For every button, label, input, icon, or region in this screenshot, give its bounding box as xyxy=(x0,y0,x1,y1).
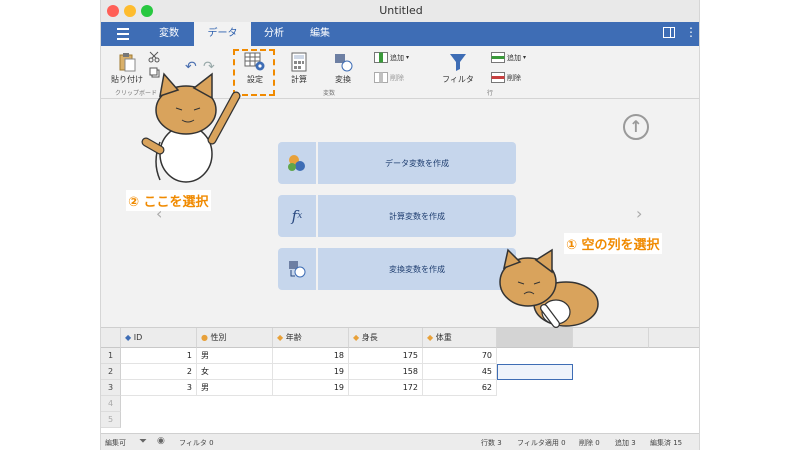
corner-cell xyxy=(101,328,121,348)
tab-analyses[interactable]: 分析 xyxy=(251,22,297,46)
status-bar: 編集可 ⏷ ◉ フィルタ 0 行数 3 フィルタ適用 0 削除 0 追加 3 編… xyxy=(101,433,699,450)
row-number[interactable]: 4 xyxy=(101,396,121,412)
new-computed-variable-button[interactable]: fx 計算変数を作成 xyxy=(278,195,516,237)
rows-group-label: 行 xyxy=(487,90,494,97)
shapes-icon xyxy=(278,142,316,184)
insert-column-icon xyxy=(374,52,388,63)
filter-button[interactable]: フィルタ xyxy=(441,52,475,85)
table-cell[interactable]: 158 xyxy=(349,364,423,380)
transform-icon xyxy=(329,52,357,74)
new-data-variable-button[interactable]: データ変数を作成 xyxy=(278,142,516,184)
row-number[interactable]: 1 xyxy=(101,348,121,364)
row-number[interactable]: 5 xyxy=(101,412,121,428)
added-count: 追加 3 xyxy=(615,439,636,447)
tab-edit[interactable]: 編集 xyxy=(297,22,343,46)
chevron-right-icon[interactable]: › xyxy=(636,204,642,223)
filter-funnel-icon[interactable]: ⏷ xyxy=(139,436,147,447)
filter-count: フィルタ 0 xyxy=(179,439,214,447)
deleted-count: 削除 0 xyxy=(579,439,600,447)
collapse-up-icon[interactable]: ↑ xyxy=(623,114,649,140)
data-spreadsheet: ◆ ID ● 性別 ◆ 年齢 ◆ 身長 ◆ 体重 1 2 3 4 5 1 男 1… xyxy=(101,327,699,434)
table-cell[interactable]: 19 xyxy=(273,364,349,380)
column-header-height[interactable]: ◆ 身長 xyxy=(349,328,423,348)
table-cell[interactable]: 62 xyxy=(423,380,497,396)
more-options-icon[interactable]: ⋮ xyxy=(685,25,697,39)
filtered-count: フィルタ適用 0 xyxy=(517,439,566,447)
panel-layout-icon[interactable] xyxy=(663,27,675,41)
callout-select-empty-column: ① 空の列を選択 xyxy=(564,233,662,254)
column-header-empty[interactable] xyxy=(649,328,699,348)
transform-icon xyxy=(278,248,316,290)
transform-button[interactable]: 変換 xyxy=(329,52,357,85)
table-cell[interactable]: 18 xyxy=(273,348,349,364)
column-header-age[interactable]: ◆ 年齢 xyxy=(273,328,349,348)
table-cell[interactable]: 175 xyxy=(349,348,423,364)
add-row-button[interactable]: 追加 ▾ xyxy=(491,52,526,63)
nominal-icon: ● xyxy=(201,333,208,342)
tab-variables[interactable]: 変数 xyxy=(144,22,194,46)
table-cell[interactable]: 45 xyxy=(423,364,497,380)
table-cell[interactable]: 3 xyxy=(121,380,197,396)
insert-row-icon xyxy=(491,52,505,63)
row-number[interactable]: 3 xyxy=(101,380,121,396)
edited-count: 編集済 15 xyxy=(650,439,683,447)
menu-bar: 変数 データ 分析 編集 ⋮ xyxy=(101,22,699,46)
table-cell[interactable]: 男 xyxy=(197,380,273,396)
selected-cell[interactable] xyxy=(497,364,573,380)
new-transformed-variable-button[interactable]: 変換変数を作成 xyxy=(278,248,516,290)
delete-column-icon xyxy=(374,72,388,83)
row-count: 行数 3 xyxy=(481,439,502,447)
table-cell[interactable]: 172 xyxy=(349,380,423,396)
hamburger-menu-icon[interactable] xyxy=(117,28,129,40)
column-header-gender[interactable]: ● 性別 xyxy=(197,328,273,348)
table-cell[interactable]: 女 xyxy=(197,364,273,380)
cat-illustration-left xyxy=(141,72,241,183)
add-variable-button[interactable]: 追加 ▾ xyxy=(374,52,409,63)
filter-icon xyxy=(441,52,475,74)
column-header-weight[interactable]: ◆ 体重 xyxy=(423,328,497,348)
ruler-icon: ◆ xyxy=(125,333,132,342)
continuous-icon: ◆ xyxy=(427,333,434,342)
cat-illustration-right xyxy=(499,248,599,328)
row-number[interactable]: 2 xyxy=(101,364,121,380)
callout-select-here: ② ここを選択 xyxy=(126,190,211,211)
delete-variable-button[interactable]: 削除 xyxy=(374,72,404,83)
table-cell[interactable]: 男 xyxy=(197,348,273,364)
eye-icon[interactable]: ◉ xyxy=(157,436,165,446)
table-cell[interactable]: 2 xyxy=(121,364,197,380)
table-cell[interactable]: 70 xyxy=(423,348,497,364)
table-cell[interactable]: 1 xyxy=(121,348,197,364)
continuous-icon: ◆ xyxy=(277,333,284,342)
edit-mode-label: 編集可 xyxy=(105,439,126,447)
calculator-icon xyxy=(285,52,313,74)
continuous-icon: ◆ xyxy=(353,333,360,342)
delete-row-button[interactable]: 削除 xyxy=(491,72,521,83)
column-header-id[interactable]: ◆ ID xyxy=(121,328,197,348)
variables-group-label: 変数 xyxy=(323,90,336,97)
compute-button[interactable]: 計算 xyxy=(285,52,313,85)
title-bar: Untitled xyxy=(101,0,699,23)
tab-data[interactable]: データ xyxy=(194,22,251,46)
function-icon: fx xyxy=(278,195,316,237)
table-cell[interactable]: 19 xyxy=(273,380,349,396)
delete-row-icon xyxy=(491,72,505,83)
window-title: Untitled xyxy=(379,4,423,17)
